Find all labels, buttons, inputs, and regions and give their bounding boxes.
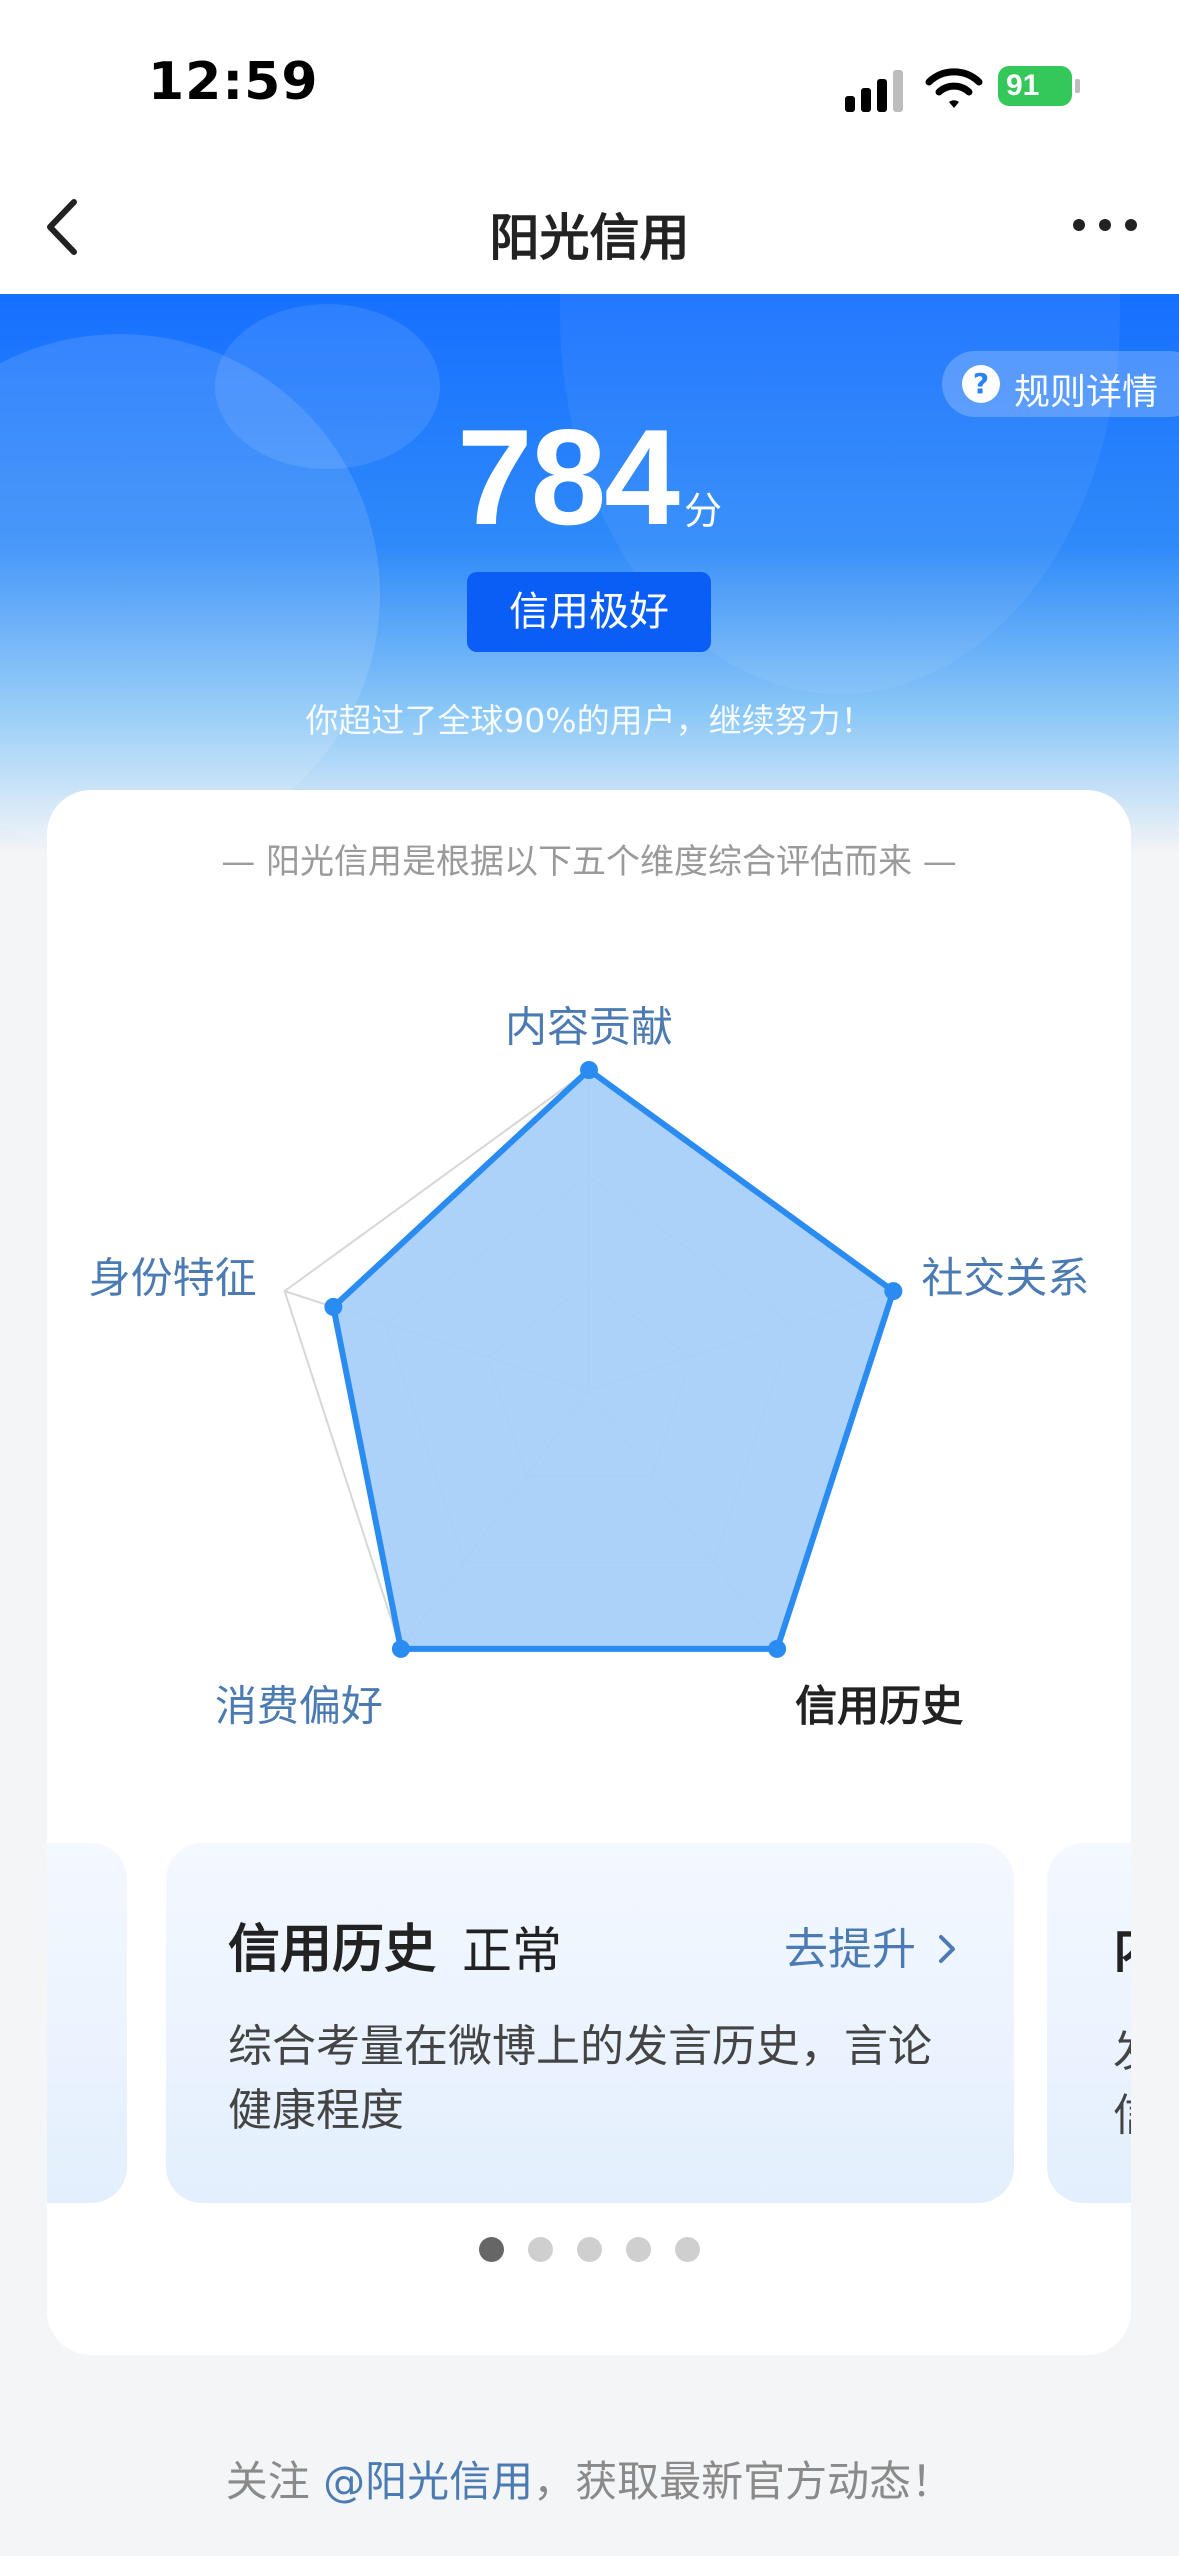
battery-level: 91: [1006, 69, 1040, 102]
question-icon: ?: [962, 365, 1000, 403]
slide-description: 综合考量在微博上的发言历史，言论健康程度: [228, 2021, 932, 2136]
score-header: ? 规则详情 784 分 信用极好 你超过了全球90%的用户，继续努力！: [0, 294, 1179, 854]
radar-dimension-label: 消费偏好: [215, 1681, 383, 1730]
dimension-carousel[interactable]: 信用历史 正常 去提升 综合考量在微博上的发言历史，言论健康程度 内 发 信: [47, 1843, 1131, 2203]
radar-value-point: [391, 1639, 410, 1658]
status-time: 12:59: [148, 52, 319, 112]
next-slide-title: 内: [1113, 1907, 1131, 1982]
footer-prefix: 关注: [225, 2457, 324, 2506]
carousel-slide-current[interactable]: 信用历史 正常 去提升 综合考量在微博上的发言历史，言论健康程度: [166, 1843, 1014, 2203]
radar-chart: 内容贡献社交关系信用历史 消费偏好 身份特征: [89, 1003, 1090, 1731]
footer-mention-link[interactable]: @阳光信用: [323, 2457, 533, 2506]
wifi-icon: [925, 68, 983, 108]
radar-value-point: [580, 1061, 598, 1079]
footer-text: 关注 @阳光信用，获取最新官方动态！: [0, 2448, 1179, 2509]
radar-dimension-label: 身份特征: [89, 1254, 257, 1303]
radar-dimension-label: 内容贡献: [505, 1003, 673, 1052]
footer-suffix: ，获取最新官方动态！: [533, 2457, 954, 2506]
page-title: 阳光信用: [489, 209, 690, 267]
radar-value-area: [330, 1067, 897, 1652]
carousel-slide-prev[interactable]: [47, 1843, 127, 2203]
pagination-dot[interactable]: [625, 2237, 651, 2262]
carousel-pagination: [47, 2237, 1131, 2266]
radar-dimension-label: 信用历史: [795, 1681, 963, 1730]
score-value: 784: [457, 401, 680, 553]
exceed-text: 你超过了全球90%的用户，继续努力！: [305, 701, 874, 740]
slide-status: 正常: [462, 1922, 562, 1980]
radar-value-point: [768, 1639, 787, 1658]
improve-label: 去提升: [784, 1924, 916, 1975]
radar-value-point: [324, 1297, 343, 1316]
pagination-dot[interactable]: [674, 2237, 700, 2262]
radar-dimension-label: 社交关系: [921, 1254, 1089, 1303]
battery-icon: 91: [998, 64, 1082, 108]
pagination-dot[interactable]: [527, 2237, 553, 2262]
chevron-right-icon: [939, 1935, 955, 1963]
credit-level-badge: 信用极好: [467, 572, 711, 652]
navigation-bar: 阳光信用: [0, 160, 1179, 294]
pagination-dot[interactable]: [576, 2237, 602, 2262]
next-slide-desc: 信: [1113, 2079, 1131, 2143]
status-bar: 12:59 91: [0, 0, 1179, 160]
cellular-signal-icon: [845, 70, 903, 112]
pagination-dot[interactable]: [478, 2237, 504, 2262]
slide-dimension-title: 信用历史: [228, 1920, 437, 1980]
score-unit: 分: [683, 489, 722, 533]
carousel-slide-next[interactable]: 内 发 信: [1047, 1843, 1131, 2203]
credit-score: 784 分: [0, 399, 1179, 555]
dimension-card: — 阳光信用是根据以下五个维度综合评估而来 — 内容贡献 社交关系 信用历史 消费偏好…: [47, 790, 1131, 2355]
more-options-icon[interactable]: [1065, 200, 1145, 250]
radar-value-point: [884, 1282, 903, 1301]
improve-link[interactable]: 去提升: [784, 1913, 958, 1977]
next-slide-desc: 发: [1113, 2015, 1131, 2079]
